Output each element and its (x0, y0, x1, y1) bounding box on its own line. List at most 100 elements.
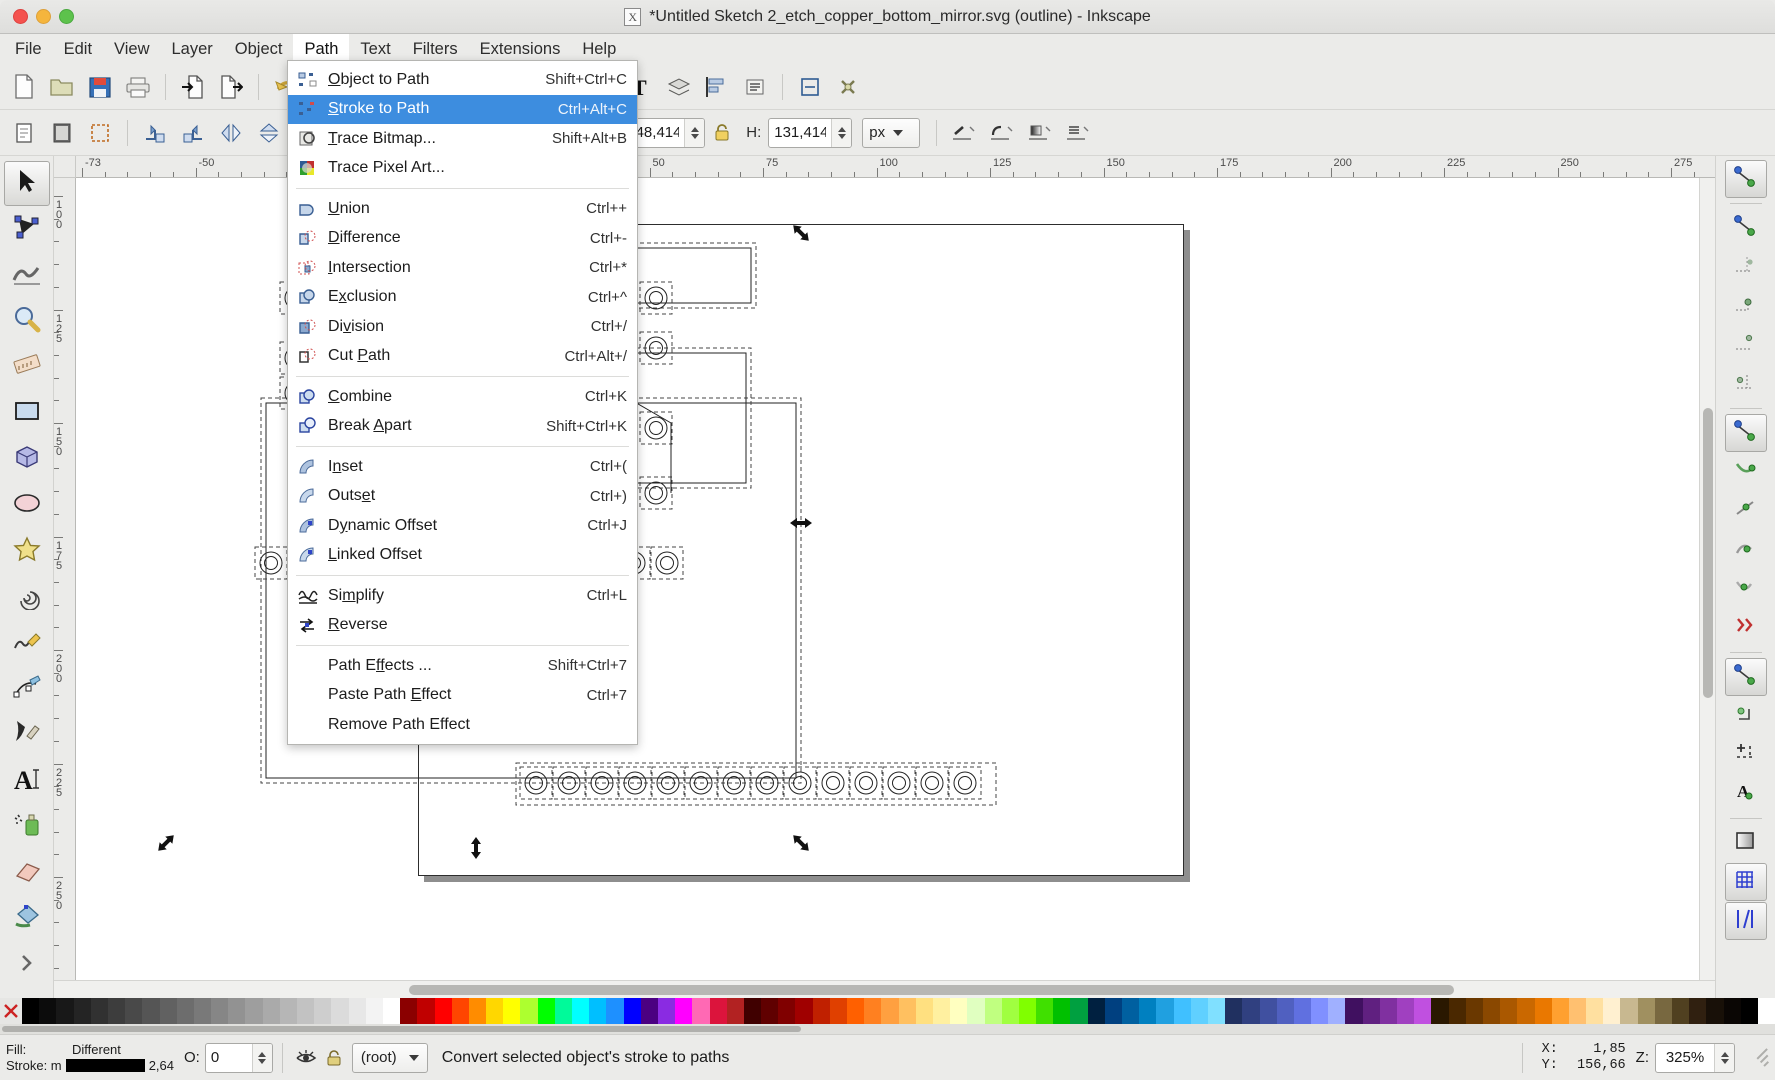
palette-swatch[interactable] (1328, 998, 1345, 1024)
menu-item-trace-pixel-art[interactable]: Trace Pixel Art... (288, 154, 637, 184)
menu-item-inset[interactable]: InsetCtrl+( (288, 452, 637, 482)
selector-tool-options-bar[interactable]: X: W: H: px (0, 110, 1775, 156)
palette-swatch[interactable] (624, 998, 641, 1024)
palette-swatch[interactable] (1466, 998, 1483, 1024)
palette-swatch[interactable] (366, 998, 383, 1024)
palette-swatch[interactable] (211, 998, 228, 1024)
palette-swatch[interactable] (1517, 998, 1534, 1024)
palette-swatch[interactable] (314, 998, 331, 1024)
palette-swatch[interactable] (1500, 998, 1517, 1024)
object-properties-button[interactable] (737, 69, 773, 105)
palette-swatch[interactable] (1363, 998, 1380, 1024)
opacity-control[interactable]: O: (184, 1043, 273, 1073)
eraser-tool[interactable] (4, 851, 50, 896)
resize-grip[interactable] (1751, 1049, 1769, 1067)
palette-swatch[interactable] (1225, 998, 1242, 1024)
snap-bbox-edges-button[interactable] (1725, 248, 1767, 286)
palette-swatch[interactable] (864, 998, 881, 1024)
rotate-90-ccw-button[interactable] (137, 115, 173, 151)
palette-swatch[interactable] (520, 998, 537, 1024)
zoom-tool[interactable] (4, 299, 50, 344)
palette-swatch[interactable] (1122, 998, 1139, 1024)
palette-swatch[interactable] (177, 998, 194, 1024)
palette-swatch[interactable] (1053, 998, 1070, 1024)
minimize-window-button[interactable] (36, 9, 51, 24)
palette-swatch[interactable] (1724, 998, 1741, 1024)
palette-swatch[interactable] (435, 998, 452, 1024)
palette-swatch[interactable] (658, 998, 675, 1024)
palette-swatch[interactable] (1380, 998, 1397, 1024)
palette-swatch[interactable] (142, 998, 159, 1024)
menu-item-difference[interactable]: DifferenceCtrl+- (288, 224, 637, 254)
opacity-stepper[interactable] (252, 1044, 272, 1072)
palette-scroll-thumb[interactable] (2, 1026, 801, 1032)
palette-swatch[interactable] (349, 998, 366, 1024)
palette-swatch[interactable] (245, 998, 262, 1024)
deselect-button[interactable] (82, 115, 118, 151)
palette-swatch[interactable] (1260, 998, 1277, 1024)
stroke-color-swatch[interactable] (66, 1059, 145, 1072)
palette-swatch[interactable] (1002, 998, 1019, 1024)
menu-item-stroke-to-path[interactable]: Stroke to PathCtrl+Alt+C (288, 95, 637, 125)
zoom-stepper[interactable] (1714, 1044, 1734, 1072)
palette-swatch[interactable] (778, 998, 795, 1024)
snap-page-border-button[interactable] (1725, 824, 1767, 862)
palette-swatch[interactable] (1139, 998, 1156, 1024)
palette-swatch[interactable] (22, 998, 39, 1024)
snap-to-paths-button[interactable] (1725, 453, 1767, 491)
unit-selector[interactable]: px (862, 118, 920, 148)
w-stepper[interactable] (684, 119, 704, 147)
palette-swatch[interactable] (572, 998, 589, 1024)
more-tools[interactable] (4, 943, 50, 988)
palette-swatch[interactable] (452, 998, 469, 1024)
zoom-control[interactable]: Z: (1636, 1043, 1735, 1073)
align-button[interactable] (699, 69, 735, 105)
menu-edit[interactable]: Edit (53, 34, 103, 64)
palette-swatch[interactable] (194, 998, 211, 1024)
star-tool[interactable] (4, 529, 50, 574)
palette-swatch[interactable] (1311, 998, 1328, 1024)
menu-item-dynamic-offset[interactable]: Dynamic OffsetCtrl+J (288, 511, 637, 541)
affect-stroke-width-button[interactable] (946, 115, 982, 151)
palette-swatch[interactable] (1603, 998, 1620, 1024)
palette-swatch[interactable] (1655, 998, 1672, 1024)
palette-swatch[interactable] (228, 998, 245, 1024)
palette-swatch[interactable] (830, 998, 847, 1024)
layers-button[interactable] (661, 69, 697, 105)
palette-swatch[interactable] (1294, 998, 1311, 1024)
palette-scrollbar[interactable] (0, 1024, 1775, 1034)
palette-swatch[interactable] (263, 998, 280, 1024)
fill-row[interactable]: Fill: Different (6, 1042, 174, 1058)
palette-swatch[interactable] (1638, 998, 1655, 1024)
palette-swatch[interactable] (933, 998, 950, 1024)
menu-item-outset[interactable]: OutsetCtrl+) (288, 482, 637, 512)
measure-tool[interactable] (4, 345, 50, 390)
ellipse-tool[interactable] (4, 483, 50, 528)
open-document-button[interactable] (44, 69, 80, 105)
palette-swatch[interactable] (1535, 998, 1552, 1024)
palette-swatch[interactable] (967, 998, 984, 1024)
box3d-tool[interactable] (4, 437, 50, 482)
palette-swatch[interactable] (589, 998, 606, 1024)
palette-swatch[interactable] (1191, 998, 1208, 1024)
export-button[interactable] (213, 69, 249, 105)
horizontal-scroll-thumb[interactable] (409, 985, 1454, 995)
menu-view[interactable]: View (103, 34, 160, 64)
menu-item-simplify[interactable]: SimplifyCtrl+L (288, 581, 637, 611)
menu-item-object-to-path[interactable]: Object to PathShift+Ctrl+C (288, 65, 637, 95)
palette-swatch[interactable] (985, 998, 1002, 1024)
paint-bucket-tool[interactable] (4, 897, 50, 942)
menu-item-break-apart[interactable]: Break ApartShift+Ctrl+K (288, 412, 637, 442)
snap-object-centers-button[interactable] (1725, 697, 1767, 735)
zoom-field[interactable] (1655, 1043, 1735, 1073)
window-controls[interactable] (13, 9, 74, 24)
path-menu-popup[interactable]: Object to PathShift+Ctrl+CStroke to Path… (287, 60, 638, 745)
h-spinbox[interactable] (768, 118, 852, 148)
palette-swatch[interactable] (761, 998, 778, 1024)
palette-swatch[interactable] (675, 998, 692, 1024)
menu-bar[interactable]: FileEditViewLayerObjectPathTextFiltersEx… (0, 34, 1775, 64)
palette-swatch[interactable] (56, 998, 73, 1024)
palette-swatch[interactable] (108, 998, 125, 1024)
menu-item-exclusion[interactable]: ExclusionCtrl+^ (288, 283, 637, 313)
palette-swatch[interactable] (400, 998, 417, 1024)
